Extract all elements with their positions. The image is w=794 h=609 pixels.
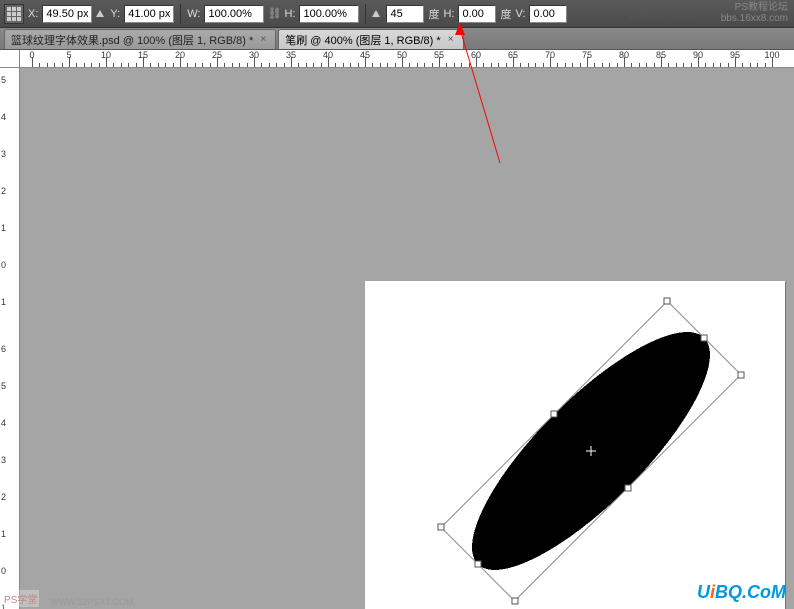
angle-unit: 度	[428, 6, 439, 22]
transform-handle[interactable]	[474, 561, 481, 568]
ruler-horizontal[interactable]: 0510152025303540455055606570758085909510…	[20, 50, 794, 68]
transform-center-icon[interactable]	[586, 446, 596, 456]
tab-document-2[interactable]: 笔刷 @ 400% (图层 1, RGB/8) * ×	[278, 29, 463, 49]
tab-title: 笔刷 @ 400% (图层 1, RGB/8) *	[285, 32, 440, 48]
y-label: Y:	[110, 8, 120, 20]
logo-part1: U	[697, 582, 710, 602]
watermark-bottom-right: UiBQ.CoM	[697, 582, 786, 603]
h-input[interactable]	[299, 5, 359, 23]
h-label: H:	[284, 8, 295, 20]
close-icon[interactable]: ×	[257, 34, 269, 46]
watermark-top-right: PS教程论坛 bbs.16xx8.com	[721, 2, 788, 24]
skew-v-input[interactable]	[529, 5, 567, 23]
watermark-bottom-left: PS学堂	[2, 590, 39, 607]
ruler-corner	[0, 50, 20, 68]
angle-icon	[372, 10, 380, 17]
link-icon[interactable]: ⛓	[268, 6, 280, 22]
w-label: W:	[187, 8, 200, 20]
delta-icon	[96, 10, 104, 17]
watermark-line2: bbs.16xx8.com	[721, 13, 788, 24]
close-icon[interactable]: ×	[445, 34, 457, 46]
transform-handle[interactable]	[737, 371, 744, 378]
y-input[interactable]	[124, 5, 174, 23]
document-tabs: 篮球纹理字体效果.psd @ 100% (图层 1, RGB/8) * × 笔刷…	[0, 28, 794, 50]
transform-handle[interactable]	[701, 334, 708, 341]
angle-input[interactable]	[386, 5, 424, 23]
x-input[interactable]	[42, 5, 92, 23]
watermark-line1: PS教程论坛	[721, 2, 788, 13]
ruler-vertical[interactable]: 543210165432101	[0, 68, 20, 609]
logo-part3: BQ.CoM	[715, 582, 786, 602]
skew-h-input[interactable]	[458, 5, 496, 23]
watermark-text: 思缘设计论坛	[628, 6, 694, 22]
transform-handle[interactable]	[438, 524, 445, 531]
separator	[180, 4, 181, 24]
transform-handle[interactable]	[511, 597, 518, 604]
skew-h-label: H:	[443, 8, 454, 20]
tab-document-1[interactable]: 篮球纹理字体效果.psd @ 100% (图层 1, RGB/8) * ×	[4, 29, 276, 49]
w-input[interactable]	[204, 5, 264, 23]
skew-h-unit: 度	[500, 6, 511, 22]
canvas-area[interactable]	[20, 68, 794, 609]
transform-handle[interactable]	[664, 298, 671, 305]
x-label: X:	[28, 8, 38, 20]
transform-handle[interactable]	[551, 411, 558, 418]
reference-point-icon[interactable]	[4, 4, 24, 24]
watermark-bottom-left-url: WWW.52PSXT.COM	[50, 597, 134, 607]
transform-handle[interactable]	[624, 484, 631, 491]
skew-v-label: V:	[515, 8, 525, 20]
separator	[365, 4, 366, 24]
tab-title: 篮球纹理字体效果.psd @ 100% (图层 1, RGB/8) *	[11, 32, 253, 48]
